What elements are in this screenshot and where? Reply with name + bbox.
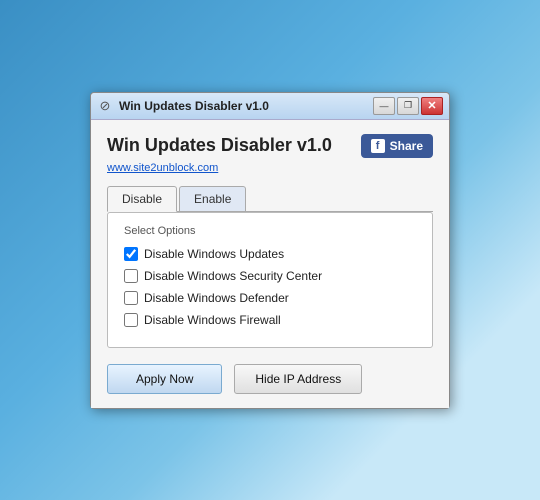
checkbox-security-center-label: Disable Windows Security Center [144, 269, 322, 283]
checkbox-defender[interactable]: Disable Windows Defender [124, 291, 416, 305]
tab-bar: Disable Enable [107, 186, 433, 212]
checkbox-firewall-input[interactable] [124, 313, 138, 327]
button-row: Apply Now Hide IP Address [107, 364, 433, 394]
options-legend: Select Options [124, 225, 416, 237]
checkbox-security-center[interactable]: Disable Windows Security Center [124, 269, 416, 283]
checkbox-windows-updates-input[interactable] [124, 247, 138, 261]
restore-button[interactable]: ❐ [397, 97, 419, 115]
apply-now-button[interactable]: Apply Now [107, 364, 222, 394]
checkbox-firewall-label: Disable Windows Firewall [144, 313, 281, 327]
share-button-label: Share [390, 139, 423, 153]
application-window: ⊘ Win Updates Disabler v1.0 — ❐ ✕ Win Up… [90, 92, 450, 409]
window-controls: — ❐ ✕ [373, 97, 443, 115]
website-link[interactable]: www.site2unblock.com [107, 162, 433, 174]
minimize-button[interactable]: — [373, 97, 395, 115]
tab-enable[interactable]: Enable [179, 186, 246, 211]
window-content: Win Updates Disabler v1.0 f Share www.si… [91, 120, 449, 408]
checkbox-windows-updates[interactable]: Disable Windows Updates [124, 247, 416, 261]
close-button[interactable]: ✕ [421, 97, 443, 115]
facebook-share-button[interactable]: f Share [361, 134, 433, 158]
checkbox-defender-label: Disable Windows Defender [144, 291, 289, 305]
window-title: Win Updates Disabler v1.0 [119, 99, 367, 113]
checkbox-defender-input[interactable] [124, 291, 138, 305]
tab-disable[interactable]: Disable [107, 186, 177, 212]
app-icon: ⊘ [97, 98, 113, 114]
checkbox-security-center-input[interactable] [124, 269, 138, 283]
options-box: Select Options Disable Windows Updates D… [107, 212, 433, 348]
hide-ip-button[interactable]: Hide IP Address [234, 364, 362, 394]
app-title: Win Updates Disabler v1.0 [107, 135, 332, 156]
app-header: Win Updates Disabler v1.0 f Share [107, 134, 433, 158]
checkbox-windows-updates-label: Disable Windows Updates [144, 247, 284, 261]
checkbox-firewall[interactable]: Disable Windows Firewall [124, 313, 416, 327]
title-bar: ⊘ Win Updates Disabler v1.0 — ❐ ✕ [91, 93, 449, 120]
facebook-icon: f [371, 139, 385, 153]
